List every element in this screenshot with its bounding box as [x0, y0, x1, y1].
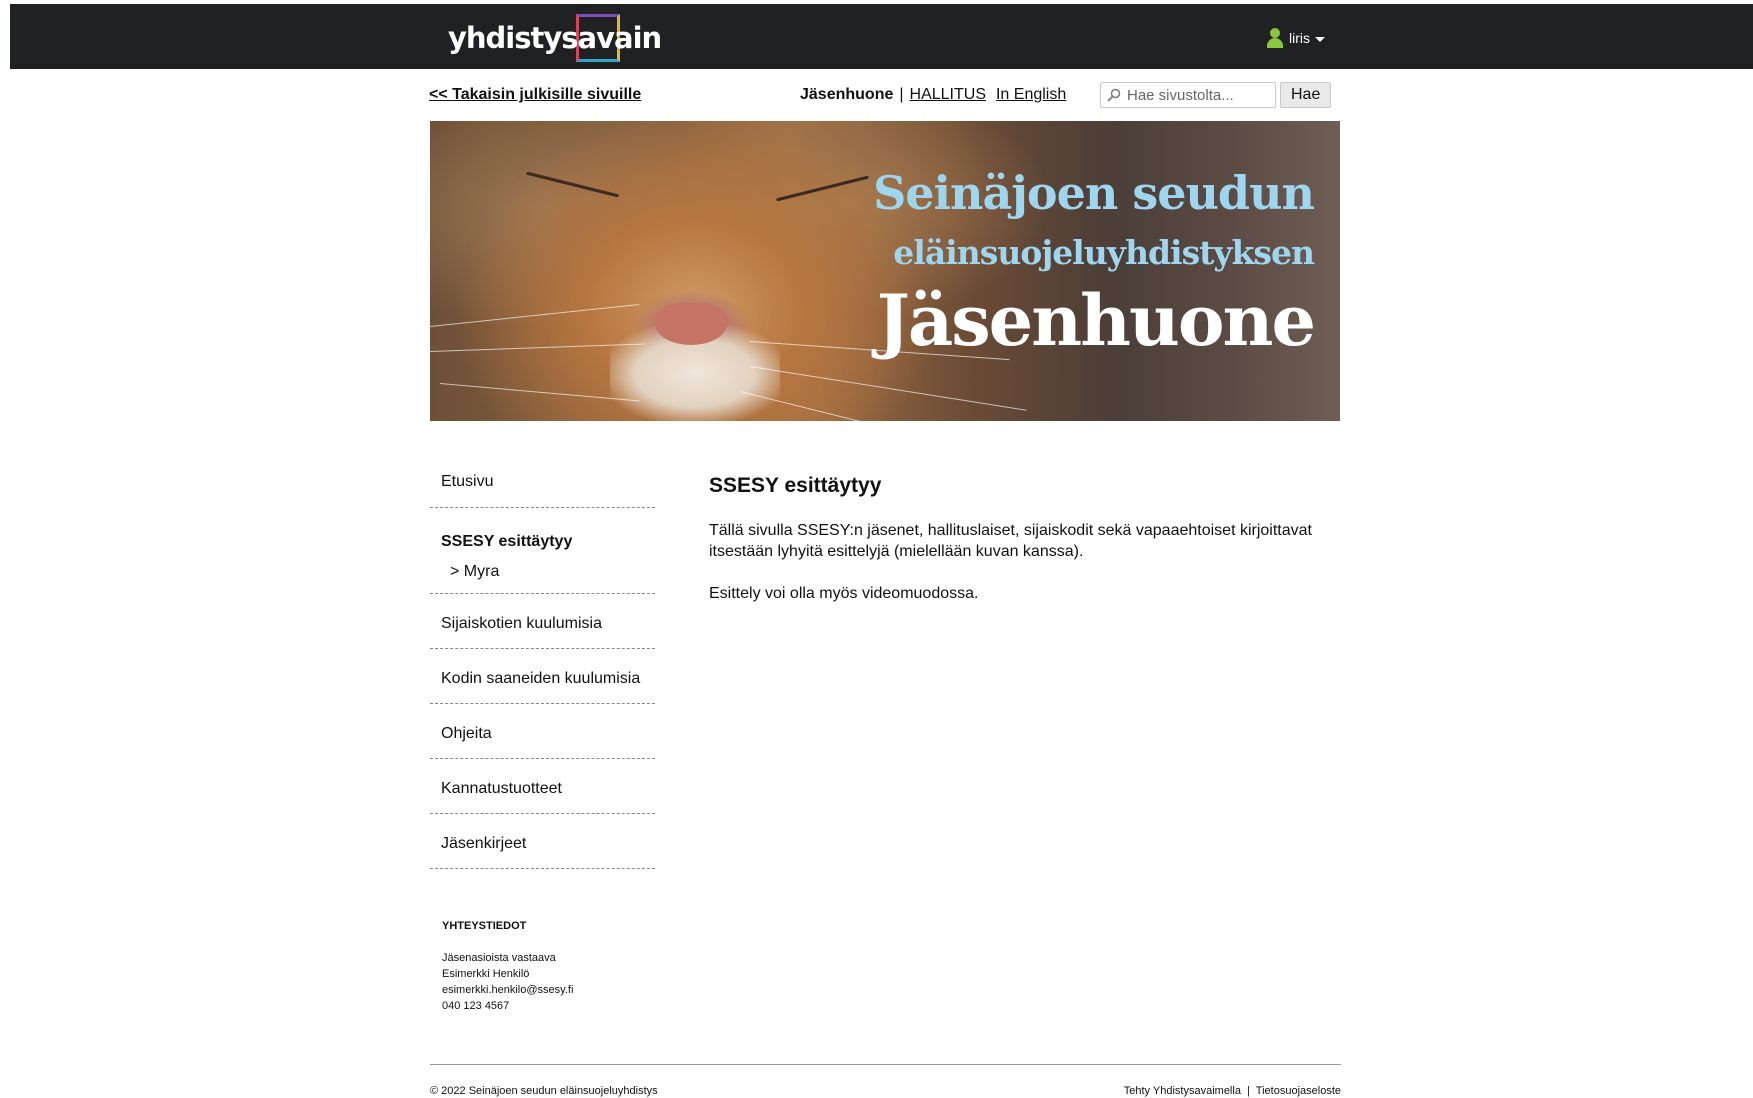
top-nav: Jäsenhuone | HALLITUS In English [800, 86, 1066, 104]
search-input[interactable] [1127, 86, 1267, 104]
search-icon [1107, 88, 1121, 102]
video-note-paragraph: Esittely voi olla myös videomuodossa. [709, 585, 979, 602]
sidebar-nav: Etusivu SSESY esittäytyy > Myra Sijaisko… [430, 452, 655, 869]
contact-role: Jäsenasioista vastaava [442, 952, 556, 964]
contact-info: YHTEYSTIEDOT Jäsenasioista vastaava Esim… [442, 920, 573, 1014]
cat-eye-right [776, 175, 869, 202]
banner-title-line2: eläinsuojeluyhdistyksen [893, 233, 1315, 272]
search-button[interactable]: Hae [1280, 82, 1332, 108]
sidebar-item-kannatustuotteet[interactable]: Kannatustuotteet [430, 759, 655, 814]
footer-separator: | [1246, 1085, 1250, 1097]
banner-title-line3: Jäsenhuone [876, 279, 1316, 362]
nav-current-jasenhuone: Jäsenhuone [800, 86, 894, 103]
contact-email[interactable]: esimerkki.henkilo@ssesy.fi [442, 982, 573, 998]
nav-link-in-english[interactable]: In English [996, 86, 1066, 104]
sidebar-item-sijaiskotien-kuulumisia[interactable]: Sijaiskotien kuulumisia [430, 594, 655, 649]
sidebar-item-ssesy-esittaytyy[interactable]: SSESY esittäytyy [441, 533, 655, 551]
cat-eye-left [526, 171, 619, 198]
banner-title-line1: Seinäjoen seudun [873, 166, 1315, 220]
user-name: liris [1289, 30, 1310, 46]
contact-phone: 040 123 4567 [442, 1000, 510, 1012]
search-form: Hae [1100, 82, 1332, 108]
nav-link-hallitus[interactable]: HALLITUS [910, 86, 986, 104]
header-banner: Seinäjoen seudun eläinsuojeluyhdistyksen… [430, 121, 1340, 421]
cat-whisker [430, 304, 639, 327]
intro-paragraph: Tällä sivulla SSESY:n jäsenet, hallitusl… [709, 522, 1312, 560]
yhdistysavain-logo[interactable]: yhdistysavain [448, 14, 662, 62]
contact-name: Esimerkki Henkilö [442, 968, 530, 980]
sidebar-item-jasenkirjeet[interactable]: Jäsenkirjeet [430, 814, 655, 869]
sidebar-item-kodin-saaneiden-kuulumisia[interactable]: Kodin saaneiden kuulumisia [430, 649, 655, 704]
footer-link-privacy[interactable]: Tietosuojaseloste [1256, 1085, 1341, 1097]
footer-divider [430, 1064, 1341, 1065]
back-to-public-link[interactable]: << Takaisin julkisille sivuille [429, 86, 641, 104]
user-menu[interactable]: liris [1266, 28, 1325, 48]
top-bar: yhdistysavain liris [10, 4, 1753, 69]
chevron-down-icon [1315, 36, 1325, 42]
contact-heading: YHTEYSTIEDOT [442, 920, 527, 932]
search-field [1100, 82, 1276, 108]
footer-links: Tehty Yhdistysavaimella | Tietosuojaselo… [1124, 1085, 1341, 1097]
footer-link-yhdistysavain[interactable]: Tehty Yhdistysavaimella [1124, 1085, 1241, 1097]
page-title: SSESY esittäytyy [709, 474, 882, 497]
main-content: SSESY esittäytyy Tällä sivulla SSESY:n j… [709, 474, 1339, 625]
logo-text: yhdistysavain [448, 21, 662, 55]
sidebar-item-etusivu[interactable]: Etusivu [430, 452, 655, 508]
sidebar-group-ssesy: SSESY esittäytyy > Myra [430, 508, 655, 594]
nav-separator: | [899, 86, 904, 103]
cat-nose [655, 303, 727, 345]
footer-copyright: © 2022 Seinäjoen seudun eläinsuojeluyhdi… [430, 1085, 658, 1097]
user-icon [1266, 28, 1284, 48]
sidebar-item-ohjeita[interactable]: Ohjeita [430, 704, 655, 759]
sidebar-subitem-myra[interactable]: > Myra [441, 551, 655, 581]
